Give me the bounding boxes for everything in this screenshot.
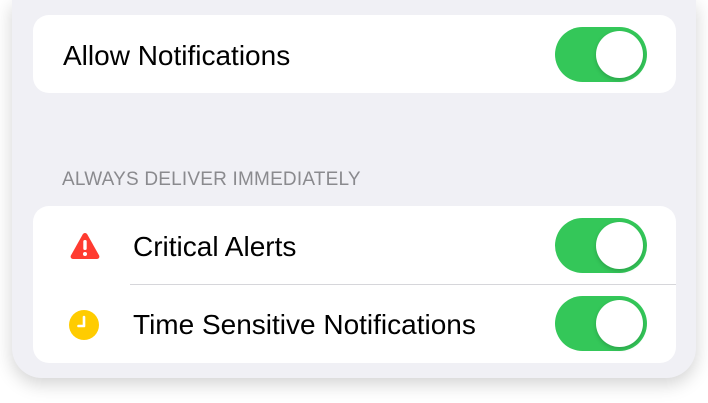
always-deliver-group: Critical Alerts Time Sensitive Notificat… [33, 206, 676, 363]
time-sensitive-label: Time Sensitive Notifications [133, 309, 476, 340]
section-header: ALWAYS DELIVER IMMEDIATELY [62, 169, 361, 190]
critical-alerts-row[interactable]: Critical Alerts [33, 206, 676, 284]
toggle-knob [596, 31, 643, 78]
warning-triangle-icon [70, 233, 100, 259]
allow-notifications-row[interactable]: Allow Notifications [33, 15, 676, 93]
toggle-knob [596, 300, 643, 347]
time-sensitive-toggle[interactable] [555, 296, 647, 351]
allow-notifications-card: Allow Notifications [33, 15, 676, 93]
notifications-settings-panel: Allow Notifications ALWAYS DELIVER IMMED… [12, 0, 696, 378]
toggle-knob [596, 222, 643, 269]
clock-icon [69, 310, 99, 340]
allow-notifications-label: Allow Notifications [63, 40, 291, 71]
critical-alerts-label: Critical Alerts [133, 231, 297, 262]
time-sensitive-row[interactable]: Time Sensitive Notifications [33, 285, 676, 363]
allow-notifications-toggle[interactable] [555, 27, 647, 82]
critical-alerts-toggle[interactable] [555, 218, 647, 273]
